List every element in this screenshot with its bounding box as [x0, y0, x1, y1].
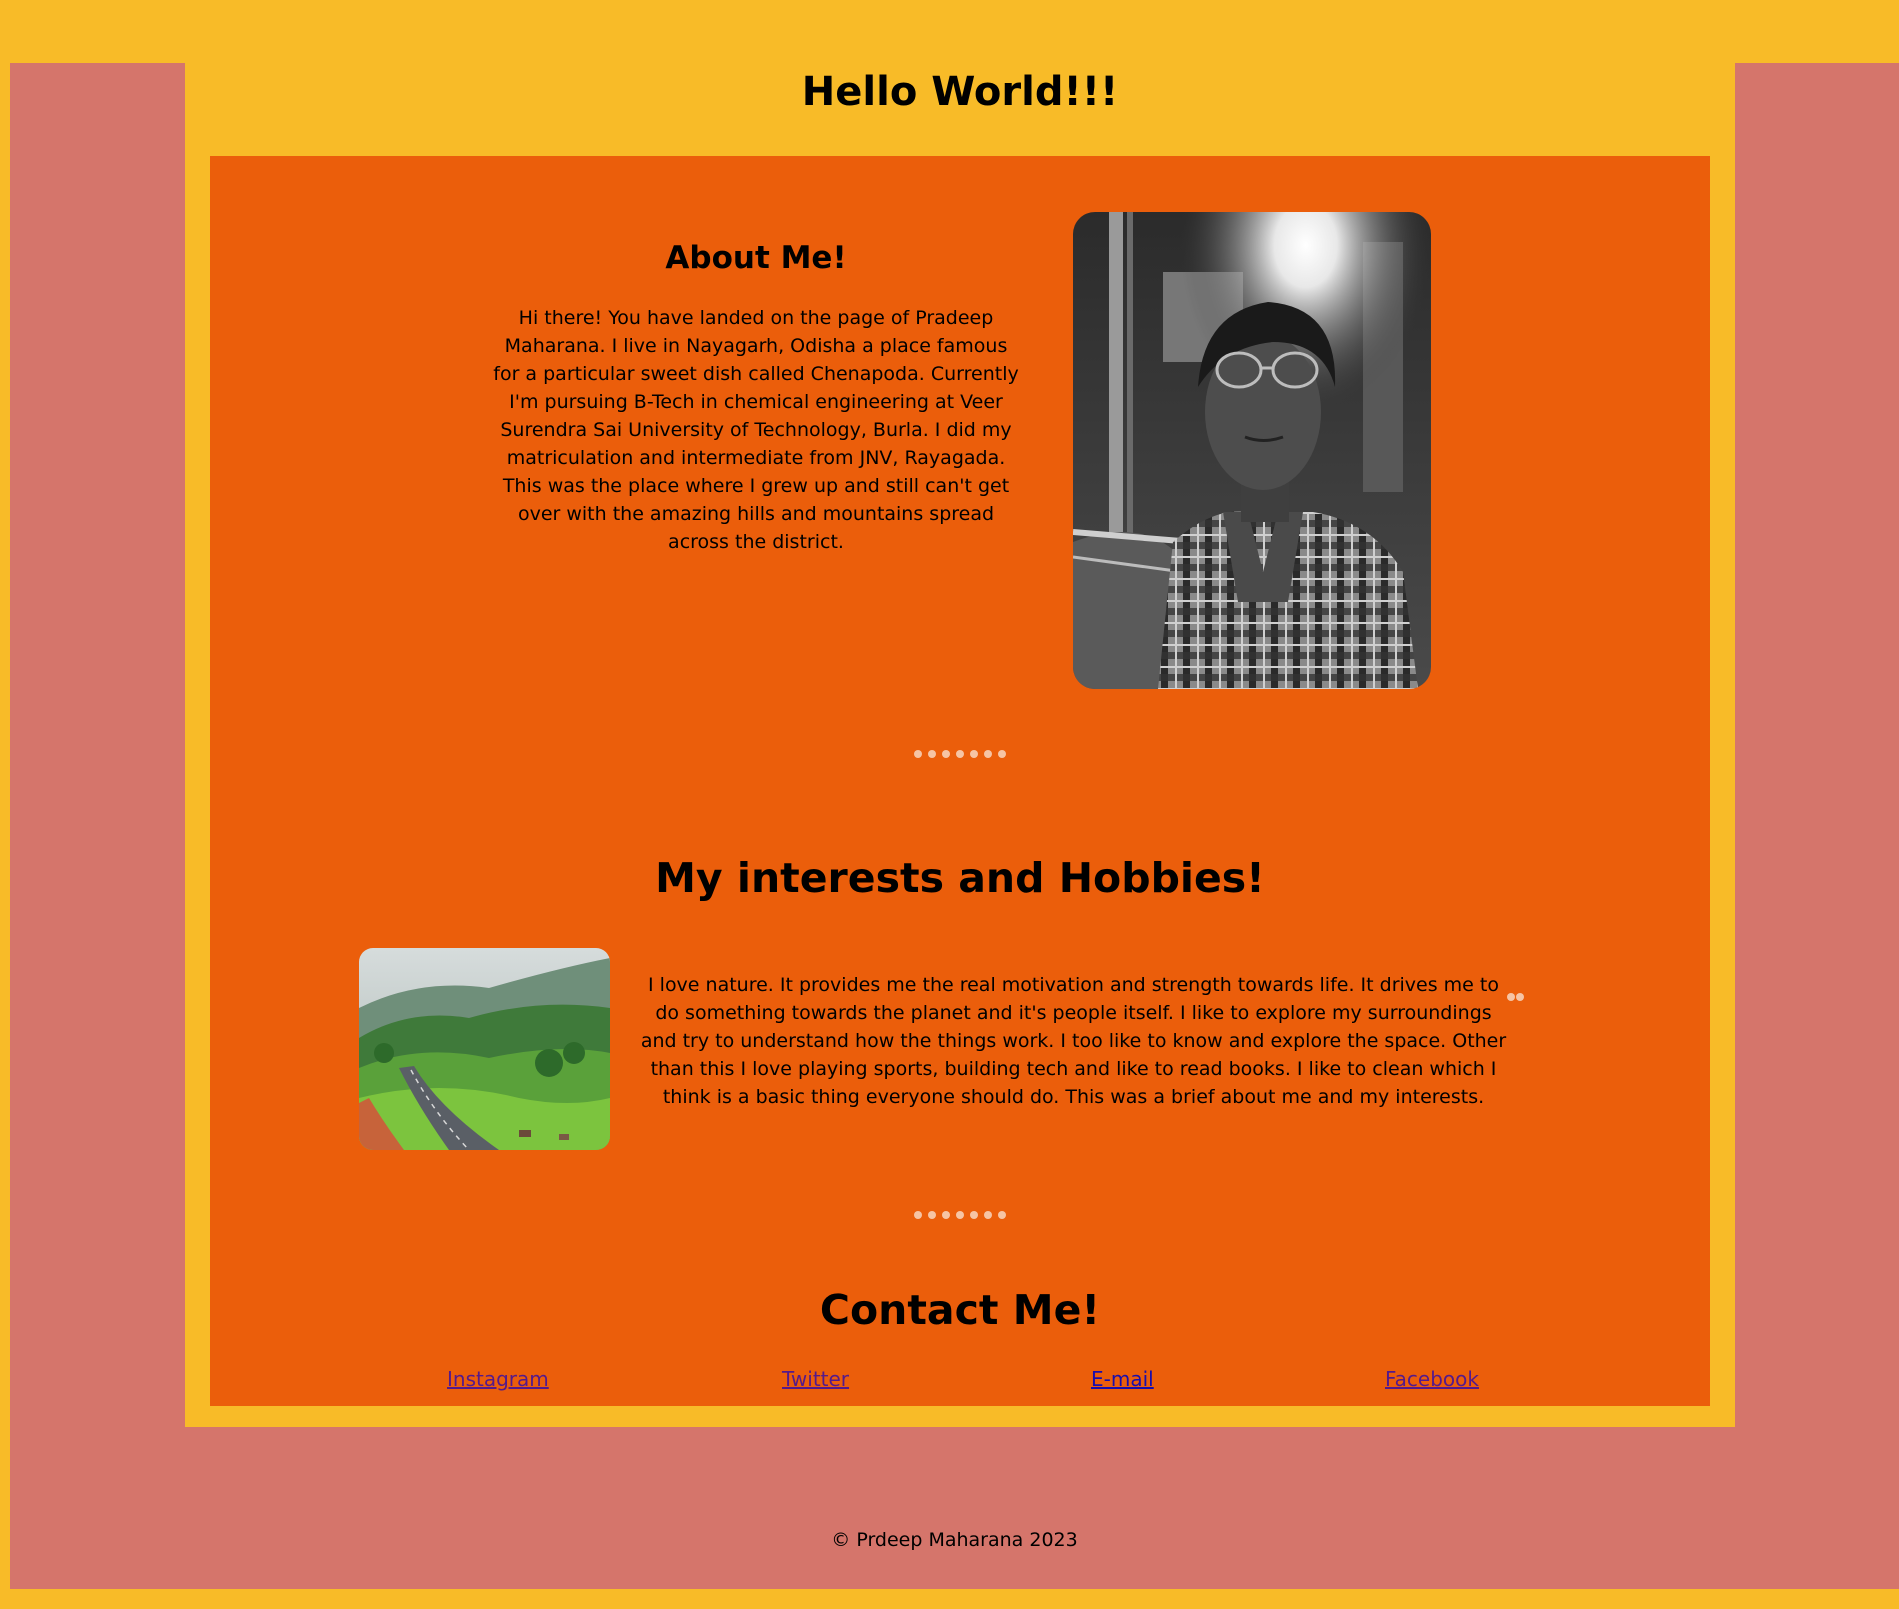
contact-heading: Contact Me! [819, 1286, 1101, 1334]
about-heading: About Me! [665, 240, 847, 276]
nature-photo [359, 948, 610, 1150]
facebook-link[interactable]: Facebook [1385, 1365, 1479, 1393]
decorative-dots [1507, 993, 1524, 1001]
section-divider [914, 750, 1006, 758]
hobbies-text: I love nature. It provides me the real m… [640, 974, 1507, 1108]
profile-photo [1073, 212, 1431, 689]
instagram-link[interactable]: Instagram [447, 1365, 549, 1393]
email-link[interactable]: E-mail [1091, 1365, 1154, 1393]
about-text: Hi there! You have landed on the page of… [493, 307, 1019, 553]
twitter-link[interactable]: Twitter [782, 1365, 849, 1393]
page-title: Hello World!!! [801, 69, 1119, 115]
hobbies-heading: My interests and Hobbies! [655, 854, 1265, 902]
footer-copyright: © Prdeep Maharana 2023 [831, 1529, 1078, 1551]
section-divider [914, 1211, 1006, 1219]
